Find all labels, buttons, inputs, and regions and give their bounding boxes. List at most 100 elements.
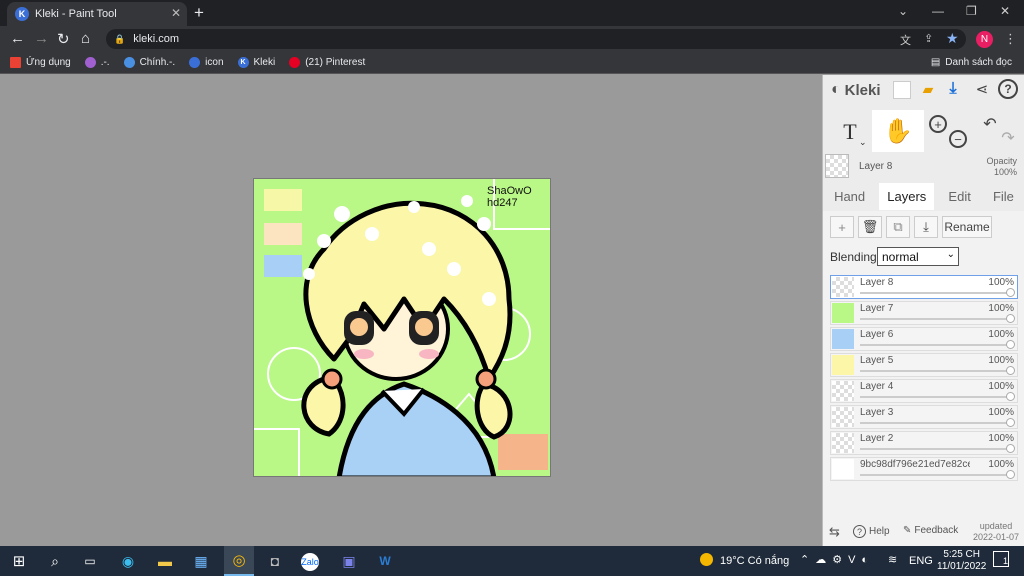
tab-close-icon[interactable]: ✕ — [171, 6, 181, 20]
tab-file[interactable]: File — [985, 183, 1022, 210]
layer-opacity-slider[interactable] — [860, 474, 1013, 476]
hand-tool-icon[interactable]: ✋ — [872, 110, 924, 152]
tab-search-icon[interactable]: ⌄ — [898, 4, 908, 18]
notification-icon[interactable]: 1 — [993, 551, 1009, 567]
weather-text[interactable]: 19°C Có nắng — [720, 555, 789, 567]
system-tray-icons[interactable]: ⌃☁⚙V◐ — [800, 553, 874, 566]
task-view-icon[interactable]: ▭ — [79, 551, 101, 571]
layer-opacity-slider-handle[interactable] — [1006, 314, 1015, 323]
layer-opacity-slider-handle[interactable] — [1006, 288, 1015, 297]
help-button[interactable]: ? Help — [853, 525, 890, 538]
clock[interactable]: 5:25 CH 11/01/2022 — [937, 549, 986, 573]
kleki-logo[interactable]: ◐ Kleki — [831, 81, 881, 99]
layer-row[interactable]: 9bc98df796e21ed7e82cef0df 100% — [830, 457, 1018, 481]
camera-icon[interactable]: ◘ — [264, 551, 286, 571]
layer-opacity-slider[interactable] — [860, 422, 1013, 424]
edge-icon[interactable]: ◉ — [117, 551, 139, 571]
bookmark-item[interactable]: icon — [189, 57, 224, 68]
bookmark-pinterest[interactable]: (21) Pinterest — [289, 57, 365, 68]
bookmark-item[interactable]: .-. — [84, 57, 110, 68]
merge-down-icon[interactable]: ⤓ — [914, 216, 938, 238]
bookmark-star-icon[interactable]: ★ — [946, 30, 959, 47]
layer-row[interactable]: Layer 6 100% — [830, 327, 1018, 351]
zoom-out-icon[interactable]: − — [949, 130, 967, 148]
share-page-icon[interactable]: ⇪ — [924, 32, 933, 45]
duplicate-layer-icon[interactable]: ⧉ — [886, 216, 910, 238]
layer-name: Layer 4 — [860, 381, 894, 392]
menu-kebab-icon[interactable]: ⋮ — [1004, 31, 1017, 47]
browser-tab[interactable]: K Kleki - Paint Tool ✕ — [7, 2, 187, 26]
chrome-taskbar-icon[interactable]: ◎ — [224, 546, 254, 576]
tab-layers[interactable]: Layers — [879, 182, 935, 210]
add-layer-icon[interactable]: + — [830, 216, 854, 238]
layer-name: Layer 3 — [860, 407, 894, 418]
layer-row[interactable]: Layer 4 100% — [830, 379, 1018, 403]
home-icon[interactable]: ⌂ — [81, 30, 90, 47]
layer-thumbnail — [832, 459, 854, 479]
language-indicator[interactable]: ENG — [909, 555, 933, 567]
search-icon[interactable]: ⌕ — [44, 551, 66, 571]
drawing-canvas[interactable]: ShaOwO hd247 — [253, 178, 551, 477]
forward-icon[interactable]: → — [34, 30, 49, 47]
feedback-icon: ✎ — [903, 525, 912, 536]
url-bar[interactable]: 🔒 kleki.com — [106, 29, 966, 49]
store-icon[interactable]: ▦ — [190, 551, 212, 571]
teams-icon[interactable]: ▣ — [338, 551, 360, 571]
layer-opacity-slider[interactable] — [860, 396, 1013, 398]
delete-layer-icon[interactable]: 🗑 — [858, 216, 882, 238]
back-icon[interactable]: ← — [10, 30, 25, 47]
layer-opacity-slider[interactable] — [860, 370, 1013, 372]
swap-sides-icon[interactable]: ⇆ — [829, 524, 840, 540]
layer-opacity-slider[interactable] — [860, 344, 1013, 346]
undo-icon[interactable]: ↶ — [981, 115, 999, 133]
restore-icon[interactable]: ❐ — [966, 4, 977, 18]
layer-opacity-slider-handle[interactable] — [1006, 470, 1015, 479]
zalo-icon[interactable]: Zalo — [301, 553, 319, 571]
blending-select[interactable]: normal ⌄ — [877, 247, 959, 266]
save-icon[interactable]: ▰ — [919, 80, 937, 98]
layer-opacity-slider[interactable] — [860, 448, 1013, 450]
download-icon[interactable]: ⤓ — [943, 79, 963, 99]
layer-row[interactable]: Layer 7 100% — [830, 301, 1018, 325]
redo-icon[interactable]: ↷ — [999, 129, 1017, 147]
tool-dropdown-icon[interactable]: ⌄ — [859, 137, 867, 148]
tab-hand[interactable]: Hand — [826, 183, 873, 210]
layer-row[interactable]: Layer 3 100% — [830, 405, 1018, 429]
layer-name: Layer 7 — [860, 303, 894, 314]
windows-start-icon[interactable]: ⊞ — [8, 551, 30, 571]
word-icon[interactable]: W — [374, 551, 396, 571]
window-close-icon[interactable]: ✕ — [1000, 4, 1010, 18]
layer-row[interactable]: Layer 8 100% — [830, 275, 1018, 299]
new-image-icon[interactable] — [893, 81, 911, 99]
layer-opacity-slider-handle[interactable] — [1006, 392, 1015, 401]
artist-signature: ShaOwO hd247 — [487, 185, 532, 209]
file-explorer-icon[interactable]: ▬ — [154, 551, 176, 571]
layer-opacity: 100% — [988, 407, 1014, 418]
bookmark-kleki[interactable]: K Kleki — [237, 57, 275, 68]
wifi-icon[interactable]: ≋ — [888, 553, 897, 566]
layer-row[interactable]: Layer 2 100% — [830, 431, 1018, 455]
layer-opacity-slider-handle[interactable] — [1006, 444, 1015, 453]
feedback-button[interactable]: ✎ Feedback — [903, 525, 958, 536]
new-tab-button[interactable]: + — [194, 3, 204, 23]
layer-opacity-slider-handle[interactable] — [1006, 418, 1015, 427]
layer-opacity-slider[interactable] — [860, 318, 1013, 320]
url-text: kleki.com — [133, 33, 180, 45]
layer-opacity-slider[interactable] — [860, 292, 1013, 294]
share-icon[interactable]: ⋖ — [972, 79, 992, 99]
reload-icon[interactable]: ↻ — [57, 30, 70, 48]
bookmark-apps[interactable]: Ứng dụng — [10, 57, 71, 68]
profile-avatar[interactable]: N — [976, 31, 993, 48]
help-circle-icon[interactable]: ? — [998, 79, 1018, 99]
rename-button[interactable]: Rename — [942, 216, 992, 238]
reading-list-button[interactable]: ▤ Danh sách đọc — [931, 57, 1012, 68]
layer-opacity-slider-handle[interactable] — [1006, 340, 1015, 349]
layer-opacity-slider-handle[interactable] — [1006, 366, 1015, 375]
tab-edit[interactable]: Edit — [940, 183, 978, 210]
bookmark-item[interactable]: Chính.-. — [123, 57, 175, 68]
translate-icon[interactable]: 文 — [900, 32, 911, 48]
layer-row[interactable]: Layer 5 100% — [830, 353, 1018, 377]
opacity-readout[interactable]: Opacity 100% — [986, 156, 1017, 178]
minimize-icon[interactable]: — — [932, 4, 944, 18]
zoom-in-icon[interactable]: + — [929, 115, 947, 133]
